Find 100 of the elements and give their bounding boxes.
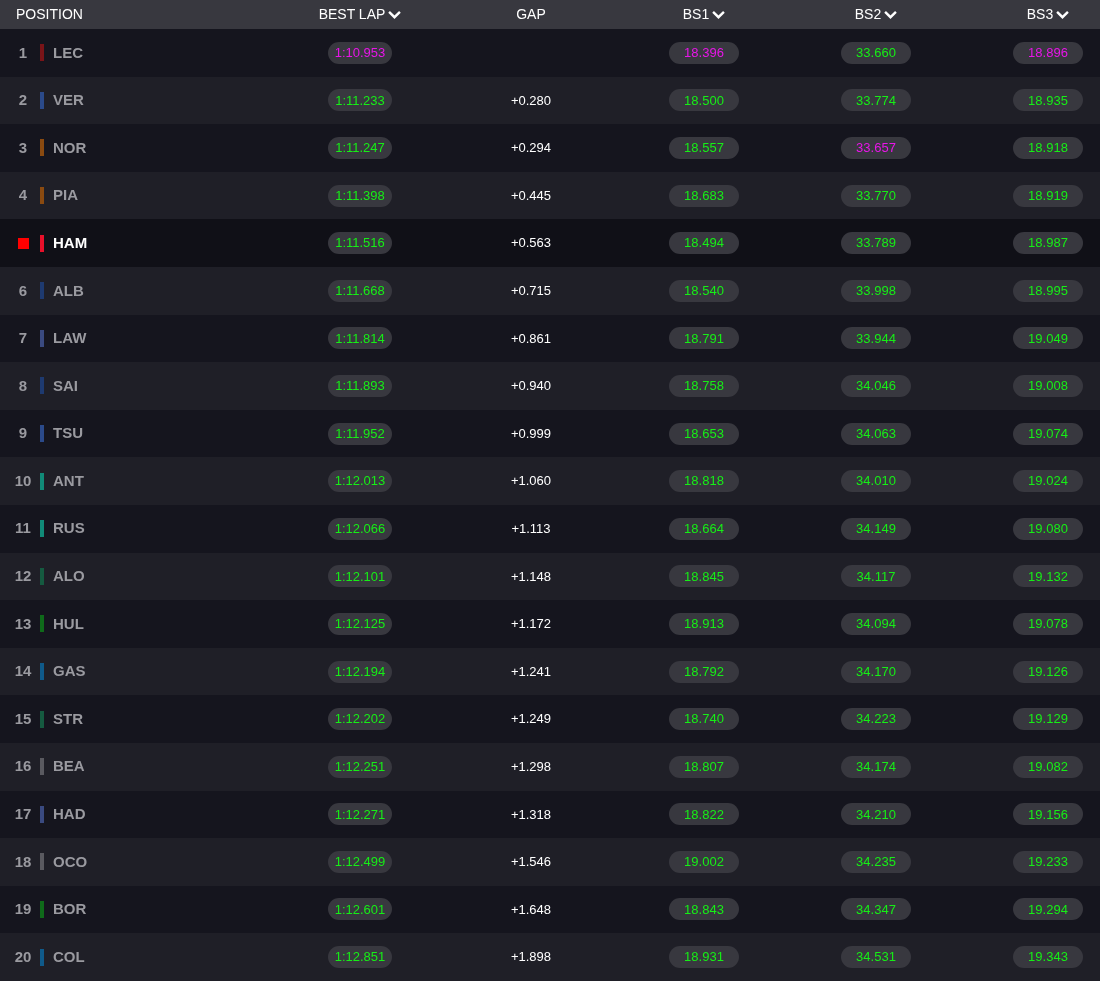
driver-row[interactable]: 10 ANT 1:12.013 +1.060 18.818 34.010 19.024 [0,457,1100,505]
driver-row[interactable]: 8 SAI 1:11.893 +0.940 18.758 34.046 19.008 [0,362,1100,410]
time-pill: 18.540 [669,279,739,302]
driver-code: GAS [53,661,86,682]
position-number: 8 [18,375,28,396]
gap-value: +1.298 [510,757,552,776]
gap-value: +0.563 [510,234,552,253]
time-pill: 34.010 [841,470,911,493]
position-number: 17 [14,804,32,825]
driver-row[interactable]: HAM 1:11.516 +0.563 18.494 33.789 18.987 [0,219,1100,267]
time-pill: 19.080 [1013,517,1083,540]
time-pill: 1:11.233 [328,89,392,112]
position-number: 19 [14,899,32,920]
column-header[interactable]: BS3 [1026,4,1070,25]
gap-value: +1.318 [510,805,552,824]
time-pill: 19.156 [1013,803,1083,826]
time-pill: 18.987 [1013,232,1083,255]
position-number: 20 [14,946,32,967]
chevron-down-icon [712,10,726,19]
position-number: 2 [18,90,28,111]
time-pill: 33.998 [841,279,911,302]
driver-code: ANT [53,470,84,491]
time-pill: 33.944 [841,327,911,350]
time-pill: 34.174 [841,755,911,778]
driver-code: OCO [53,851,88,872]
time-pill: 1:11.398 [328,184,392,207]
time-pill: 33.770 [841,184,911,207]
time-pill: 18.896 [1013,41,1083,64]
time-pill: 34.063 [841,422,911,445]
column-header[interactable]: BEST LAP [318,4,402,25]
driver-code: ALO [53,566,85,587]
time-pill: 1:11.893 [328,374,392,397]
gap-value: +1.546 [510,853,552,872]
time-pill: 1:12.271 [328,803,392,826]
time-pill: 1:12.202 [328,708,392,731]
driver-row[interactable]: 16 BEA 1:12.251 +1.298 18.807 34.174 19.082 [0,742,1100,791]
gap-value: +1.113 [511,520,551,538]
position-number: 18 [14,851,32,872]
gap-value: +1.648 [510,900,552,919]
column-header[interactable]: BS2 [854,4,898,25]
time-pill: 18.683 [669,184,739,207]
time-pill: 19.233 [1013,850,1083,873]
highlight-square-icon [17,237,29,249]
driver-code: NOR [53,137,87,158]
time-pill: 1:12.013 [328,470,392,493]
time-pill: 34.117 [841,565,911,588]
column-header[interactable]: BS1 [682,4,726,25]
time-pill: 18.822 [669,803,739,826]
time-pill: 1:11.247 [328,137,392,159]
position-number: 14 [14,661,32,682]
gap-value: +0.999 [510,424,552,443]
driver-code: VER [53,90,84,111]
time-pill: 19.078 [1013,612,1083,635]
time-pill: 18.931 [669,946,739,969]
driver-row[interactable]: 12 ALO 1:12.101 +1.148 18.845 34.117 19.132 [0,552,1100,601]
time-pill: 19.008 [1013,374,1083,397]
driver-code: BOR [53,899,87,920]
driver-row[interactable]: 6 ALB 1:11.668 +0.715 18.540 33.998 18.995 [0,266,1100,315]
time-pill: 1:11.516 [328,232,392,255]
time-pill: 34.149 [841,517,911,540]
time-pill: 1:12.066 [328,517,392,540]
driver-code: ALB [53,280,84,301]
time-pill: 1:12.125 [328,612,392,635]
time-pill: 18.791 [669,327,739,350]
time-pill: 34.347 [841,898,911,921]
time-pill: 1:12.601 [328,898,392,921]
time-pill: 19.294 [1013,898,1083,921]
time-pill: 1:12.499 [328,850,392,873]
time-pill: 18.653 [669,422,739,445]
driver-row[interactable]: 2 VER 1:11.233 +0.280 18.500 33.774 18.935 [0,76,1100,125]
driver-row[interactable]: 18 OCO 1:12.499 +1.546 19.002 34.235 19.233 [0,838,1100,886]
position-number: 9 [18,423,28,444]
time-pill: 19.129 [1013,708,1083,731]
time-pill: 18.818 [669,470,739,493]
gap-value: +0.294 [510,139,552,158]
gap-value: +1.249 [510,710,552,729]
time-pill: 33.657 [841,137,911,159]
driver-code: LAW [53,328,87,349]
driver-code: BEA [53,756,85,777]
time-pill: 18.664 [669,517,739,540]
time-pill: 19.343 [1013,946,1083,969]
time-pill: 18.557 [669,137,739,159]
position-number: 6 [18,280,28,301]
time-pill: 34.170 [841,660,911,683]
time-pill: 1:11.814 [328,327,392,350]
time-pill: 19.024 [1013,470,1083,493]
position-number: 15 [14,708,32,729]
position-number: 10 [14,470,32,491]
driver-row[interactable]: 4 PIA 1:11.398 +0.445 18.683 33.770 18.919 [0,171,1100,220]
position-number: 4 [18,185,28,206]
time-pill: 1:10.953 [328,41,392,64]
gap-value: +0.280 [510,91,552,110]
time-pill: 19.002 [669,850,739,873]
driver-row[interactable]: 14 GAS 1:12.194 +1.241 18.792 34.170 19.126 [0,647,1100,696]
time-pill: 34.223 [841,708,911,731]
driver-code: HAD [53,804,86,825]
driver-code: SAI [53,375,78,396]
driver-row[interactable]: 20 COL 1:12.851 +1.898 18.931 34.531 19.343 [0,933,1100,981]
driver-code: TSU [53,423,83,444]
time-pill: 1:12.101 [328,565,392,588]
